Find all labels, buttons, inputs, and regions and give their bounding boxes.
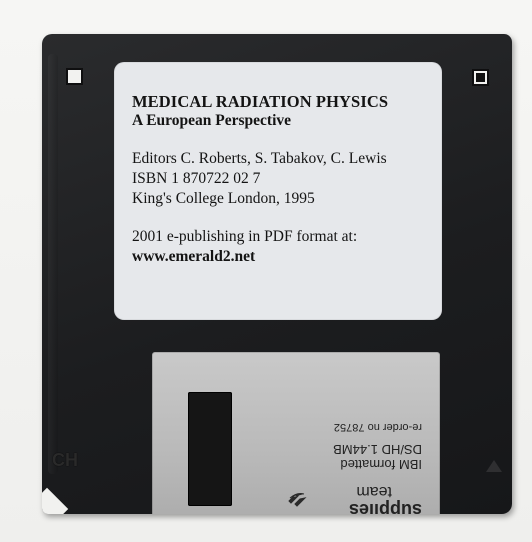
shutter-window <box>188 392 232 506</box>
floppy-disk: MEDICAL RADIATION PHYSICS A European Per… <box>42 34 512 514</box>
label-editors: Editors C. Roberts, S. Tabakov, C. Lewis <box>132 150 387 167</box>
density-hole <box>472 69 489 86</box>
metal-shutter: supplies team IBM formatted DS/HD 1.44MB… <box>152 352 440 514</box>
label-spacer <box>132 209 432 227</box>
label-website: www.emerald2.net <box>132 248 256 265</box>
label-text-block: MEDICAL RADIATION PHYSICS A European Per… <box>132 92 432 267</box>
label-isbn: ISBN 1 870722 02 7 <box>132 170 261 187</box>
shutter-text-block: supplies team IBM formatted DS/HD 1.44MB… <box>272 420 422 514</box>
disk-logo: CH <box>52 450 78 470</box>
label-publisher: King's College London, 1995 <box>132 190 315 207</box>
hand-logo-icon <box>288 493 307 507</box>
label-title: MEDICAL RADIATION PHYSICS <box>132 92 389 111</box>
disk-corner-chamfer <box>42 487 69 514</box>
label-publishing-note: 2001 e-publishing in PDF format at: <box>132 228 358 245</box>
shutter-capacity-line: DS/HD 1.44MB <box>333 442 422 457</box>
disk-label: MEDICAL RADIATION PHYSICS A European Per… <box>114 62 442 320</box>
write-protect-hole <box>66 68 83 85</box>
label-spacer <box>132 131 432 149</box>
insert-arrow-icon <box>486 460 502 472</box>
label-subtitle: A European Perspective <box>132 112 292 129</box>
shutter-reorder-line: re-order no 78752 <box>333 421 422 433</box>
disk-edge-ridge <box>48 54 58 474</box>
shutter-format-line: IBM formatted <box>340 457 422 472</box>
